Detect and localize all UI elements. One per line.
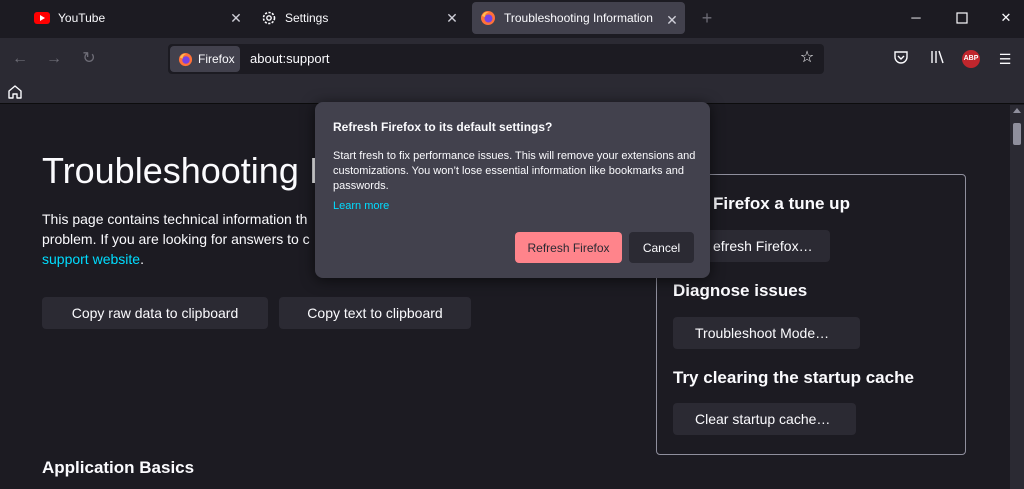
dialog-title: Refresh Firefox to its default settings?	[333, 120, 553, 134]
refresh-firefox-dialog: Refresh Firefox to its default settings?…	[315, 102, 710, 278]
new-tab-icon[interactable]: +	[698, 9, 716, 27]
tab-troubleshooting[interactable]: Troubleshooting Information ✕	[472, 2, 685, 34]
support-website-link[interactable]: support website	[42, 251, 140, 267]
tab-youtube[interactable]: YouTube ✕	[34, 0, 249, 36]
scroll-thumb[interactable]	[1013, 123, 1021, 145]
window-close-icon[interactable]: ✕	[998, 10, 1014, 26]
library-icon[interactable]	[927, 49, 947, 69]
intro-tail: .	[140, 251, 144, 267]
vertical-scrollbar[interactable]	[1010, 105, 1024, 489]
url-bar[interactable]: Firefox about:support ☆	[168, 44, 824, 74]
tab-settings[interactable]: Settings ✕	[261, 0, 465, 36]
application-basics-heading: Application Basics	[42, 458, 195, 477]
identity-box[interactable]: Firefox	[170, 46, 240, 72]
firefox-icon	[178, 52, 193, 66]
firefox-icon	[481, 11, 495, 25]
url-text[interactable]: about:support	[250, 51, 330, 66]
adblock-plus-icon[interactable]: ABP	[962, 50, 980, 68]
intro-body: This page contains technical information…	[42, 211, 310, 247]
tab-label: YouTube	[58, 11, 106, 25]
menu-icon[interactable]: ☰	[995, 49, 1015, 69]
learn-more-link[interactable]: Learn more	[333, 200, 389, 212]
identity-label: Firefox	[198, 52, 235, 66]
copy-raw-data-button[interactable]: Copy raw data to clipboard	[42, 297, 268, 329]
tuneup-heading: Firefox a tune up	[713, 194, 850, 213]
diagnose-issues-heading: Diagnose issues	[673, 281, 808, 300]
forward-arrow-icon[interactable]: →	[44, 49, 64, 69]
minimize-icon[interactable]: ─	[908, 10, 924, 26]
page-title: Troubleshooting In	[42, 150, 339, 191]
troubleshoot-mode-button[interactable]: Troubleshoot Mode…	[673, 317, 860, 349]
intro-text: This page contains technical information…	[42, 209, 312, 269]
back-arrow-icon[interactable]: ←	[10, 49, 30, 69]
clear-startup-cache-button[interactable]: Clear startup cache…	[673, 403, 856, 435]
maximize-icon[interactable]	[954, 10, 970, 26]
gear-icon	[262, 11, 276, 25]
cancel-button[interactable]: Cancel	[629, 232, 694, 263]
bookmarks-toolbar	[0, 80, 1024, 104]
navigation-bar: ← → ↻ Firefox about:support ☆ ☰	[0, 38, 1024, 80]
close-icon[interactable]: ✕	[229, 11, 243, 25]
scroll-up-arrow-icon[interactable]	[1013, 108, 1021, 113]
dialog-body: Start fresh to fix performance issues. T…	[333, 150, 696, 192]
refresh-firefox-button[interactable]: Refresh Firefox	[515, 232, 622, 263]
close-icon[interactable]: ✕	[445, 11, 459, 25]
tab-label: Settings	[285, 11, 329, 25]
close-icon[interactable]: ✕	[665, 13, 679, 27]
reload-icon[interactable]: ↻	[79, 49, 99, 69]
home-icon[interactable]	[6, 83, 24, 101]
startup-cache-heading: Try clearing the startup cache	[673, 368, 914, 387]
pocket-icon[interactable]	[891, 49, 911, 69]
copy-text-button[interactable]: Copy text to clipboard	[279, 297, 471, 329]
tab-strip: YouTube ✕ Settings ✕ Troubleshooting Inf…	[0, 0, 1024, 38]
bookmark-star-icon[interactable]: ☆	[798, 49, 816, 67]
youtube-icon	[34, 12, 50, 24]
tab-label: Troubleshooting Information	[504, 11, 653, 25]
